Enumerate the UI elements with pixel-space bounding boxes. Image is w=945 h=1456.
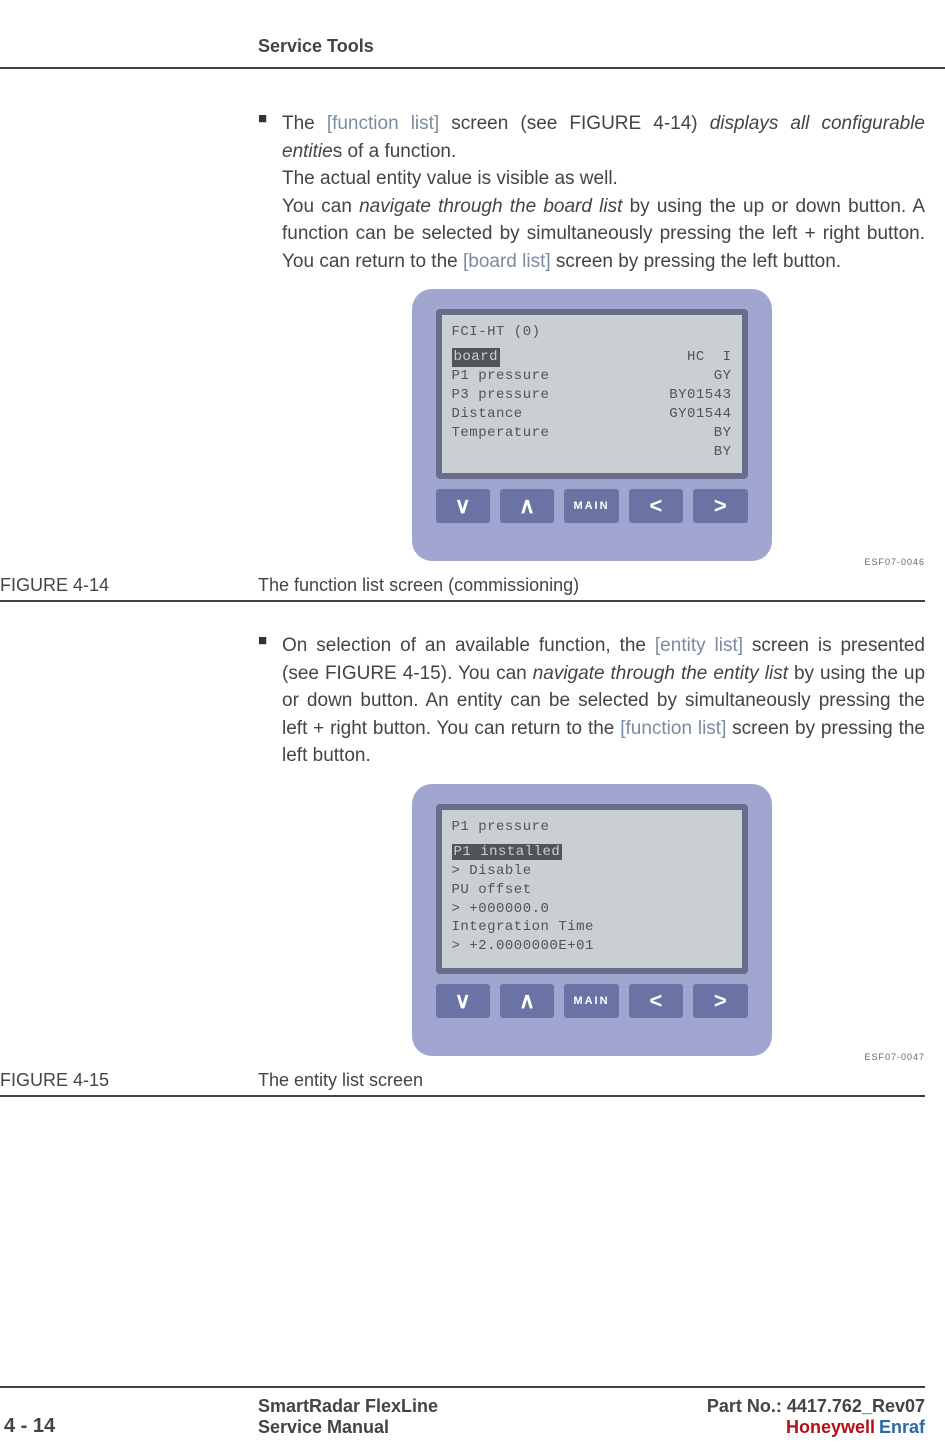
right-icon: > [714,988,727,1014]
text: You can [282,196,359,217]
bullet-para-2: ■ On selection of an available function,… [258,632,925,770]
screen-cell-left: Temperature [452,424,550,443]
screen-title: FCI-HT (0) [452,323,732,342]
screen-cell-right: BY [714,443,732,462]
figure-label: FIGURE 4-14 [0,575,258,596]
left-icon: < [649,988,662,1014]
figure-caption: The entity list screen [258,1070,925,1091]
device-fig-4-15: P1 pressure P1 installed> DisablePU offs… [412,784,772,1056]
left-button[interactable]: < [629,984,683,1018]
screen-line: > +2.0000000E+01 [452,937,732,956]
up-icon: ∧ [519,988,535,1014]
link-function-list-2: [function list] [620,718,726,739]
device-fig-4-14: FCI-HT (0) boardHC IP1 pressureGYP3 pres… [412,289,772,561]
right-button[interactable]: > [693,984,747,1018]
down-icon: ∨ [455,988,471,1014]
screen-line: > Disable [452,862,732,881]
keypad: ∨ ∧ MAIN < > [436,984,748,1018]
text-italic: navigate through the entity list [533,663,788,684]
lcd-screen: P1 pressure P1 installed> DisablePU offs… [442,810,742,968]
page-footer: 4 - 14 SmartRadar FlexLine Service Manua… [0,1386,925,1438]
up-button[interactable]: ∧ [500,489,554,523]
footer-title-1: SmartRadar FlexLine [258,1396,707,1417]
bullet-para-1: ■ The [function list] screen (see FIGURE… [258,110,925,275]
link-function-list: [function list] [327,113,439,134]
screen-row: Temperature BY [452,424,732,443]
brand: HoneywellEnraf [707,1417,925,1438]
footer-right: Part No.: 4417.762_Rev07 HoneywellEnraf [707,1396,925,1438]
footer-title-2: Service Manual [258,1417,707,1438]
down-button[interactable]: ∨ [436,984,490,1018]
screen-cell-left: board [452,348,501,367]
screen-cell-right: GY [714,367,732,386]
screen-bezel: FCI-HT (0) boardHC IP1 pressureGYP3 pres… [436,309,748,479]
figure-4-15-caption-row: FIGURE 4-15 The entity list screen [0,1070,925,1097]
screen-row: Distance GY01544 [452,405,732,424]
text-italic: navigate through the board list [359,196,622,217]
right-icon: > [714,493,727,519]
text: screen (see FIGURE 4-14) [439,113,709,134]
brand-honeywell: Honeywell [786,1417,875,1437]
screen-title: P1 pressure [452,818,732,837]
screen-bezel: P1 pressure P1 installed> DisablePU offs… [436,804,748,974]
screen-cell-left: Distance [452,405,523,424]
screen-row: board HC I [452,348,732,367]
brand-enraf: Enraf [879,1417,925,1437]
main-button[interactable]: MAIN [564,489,618,523]
screen-row: BY [452,443,732,462]
down-icon: ∨ [455,493,471,519]
screen-line: PU offset [452,881,732,900]
screen-cell-left: P1 pressure [452,367,550,386]
footer-center: SmartRadar FlexLine Service Manual [258,1396,707,1438]
keypad: ∨ ∧ MAIN < > [436,489,748,523]
para-2-text: On selection of an available function, t… [282,632,925,770]
bullet-icon: ■ [258,632,282,770]
main-label: MAIN [573,995,609,1007]
down-button[interactable]: ∨ [436,489,490,523]
figure-caption: The function list screen (commissioning) [258,575,925,596]
page-content: ■ The [function list] screen (see FIGURE… [258,110,925,1127]
text: The actual entity value is visible as we… [282,168,618,189]
screen-cell-left: P3 pressure [452,386,550,405]
figure-4-14-caption-row: FIGURE 4-14 The function list screen (co… [0,575,925,602]
main-label: MAIN [573,500,609,512]
screen-line: Integration Time [452,918,732,937]
lcd-screen: FCI-HT (0) boardHC IP1 pressureGYP3 pres… [442,315,742,473]
part-number: Part No.: 4417.762_Rev07 [707,1396,925,1417]
para-1-text: The [function list] screen (see FIGURE 4… [282,110,925,275]
screen-cell-right: HC I [687,348,732,367]
link-board-list: [board list] [463,251,551,272]
right-button[interactable]: > [693,489,747,523]
screen-row: P3 pressure BY01543 [452,386,732,405]
figure-label: FIGURE 4-15 [0,1070,258,1091]
link-entity-list: [entity list] [655,635,743,656]
page-number: 4 - 14 [0,1415,258,1438]
up-icon: ∧ [519,493,535,519]
left-icon: < [649,493,662,519]
screen-row: P1 pressure GY [452,367,732,386]
screen-cell-right: BY01543 [669,386,731,405]
bullet-icon: ■ [258,110,282,275]
screen-cell-right: GY01544 [669,405,731,424]
screen-cell-right: BY [714,424,732,443]
text: On selection of an available function, t… [282,635,655,656]
main-button[interactable]: MAIN [564,984,618,1018]
text: screen by pressing the left button. [551,251,841,272]
text: s of a function. [333,141,457,162]
left-button[interactable]: < [629,489,683,523]
screen-line: > +000000.0 [452,900,732,919]
text: The [282,113,327,134]
page-header: Service Tools [0,36,945,69]
section-title: Service Tools [258,36,374,56]
up-button[interactable]: ∧ [500,984,554,1018]
screen-line: P1 installed [452,843,732,862]
